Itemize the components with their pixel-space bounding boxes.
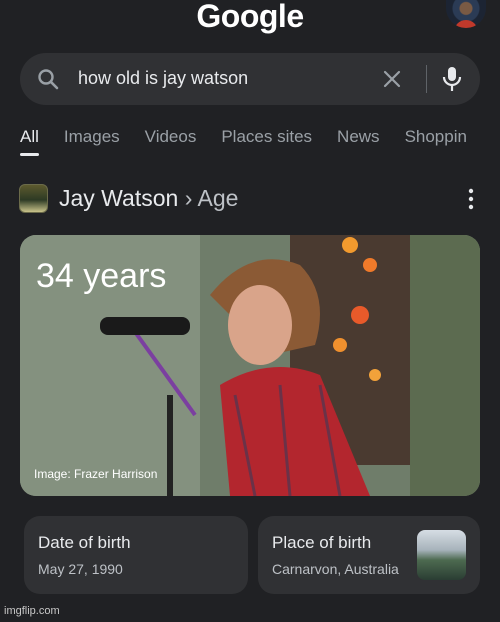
search-divider — [426, 65, 427, 93]
result-title[interactable]: Jay Watson › Age — [59, 185, 238, 212]
tab-images[interactable]: Images — [64, 126, 120, 162]
tab-all[interactable]: All — [20, 126, 39, 162]
microphone-icon[interactable] — [440, 65, 464, 93]
search-input[interactable]: how old is jay watson — [78, 68, 248, 89]
search-tabs: All Images Videos Places sites News Shoppin — [20, 126, 500, 162]
google-logo[interactable]: Google — [0, 0, 500, 40]
tab-places-sites[interactable]: Places sites — [221, 126, 312, 162]
result-header[interactable]: Jay Watson › Age — [19, 182, 481, 216]
place-of-birth-card[interactable]: Place of birth Carnarvon, Australia — [258, 516, 480, 594]
entity-name: Jay Watson — [59, 185, 179, 211]
more-vert-icon[interactable] — [465, 188, 477, 210]
dob-label: Date of birth — [38, 533, 131, 552]
pob-label: Place of birth — [272, 533, 372, 552]
tab-news[interactable]: News — [337, 126, 380, 162]
close-icon[interactable] — [380, 67, 404, 91]
dob-value: May 27, 1990 — [38, 561, 123, 577]
date-of-birth-card[interactable]: Date of birth May 27, 1990 — [24, 516, 248, 594]
image-credit: Image: Frazer Harrison — [34, 467, 158, 481]
search-icon[interactable] — [36, 67, 60, 91]
tab-videos[interactable]: Videos — [145, 126, 197, 162]
search-bar[interactable]: how old is jay watson — [20, 53, 480, 105]
place-thumbnail — [417, 530, 466, 580]
answer-image-card[interactable]: 34 years Image: Frazer Harrison — [20, 235, 480, 496]
pob-value: Carnarvon, Australia — [272, 561, 399, 577]
source-favicon — [19, 184, 48, 213]
breadcrumb-separator: › — [184, 185, 193, 211]
tab-shopping[interactable]: Shoppin — [405, 126, 467, 162]
attribute-name: Age — [197, 185, 239, 211]
age-answer: 34 years — [36, 257, 167, 295]
imgflip-watermark: imgflip.com — [4, 605, 60, 617]
